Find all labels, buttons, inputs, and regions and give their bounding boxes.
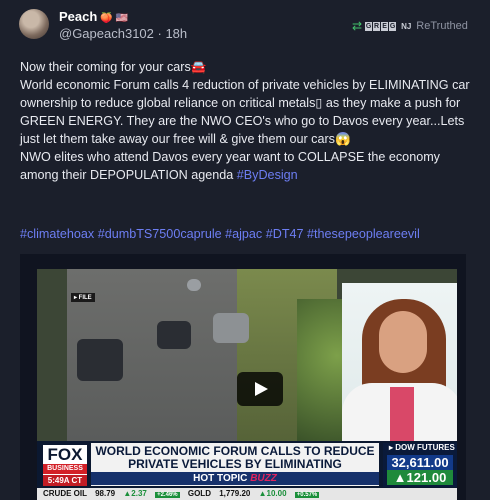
hot-topic-label: HOT TOPIC — [193, 473, 248, 484]
ticker-crude-label: CRUDE OIL — [43, 489, 87, 498]
retruth-letter: G — [389, 21, 397, 31]
display-name[interactable]: Peach 🍑 🇺🇸 — [59, 9, 128, 24]
market-ticker: CRUDE OIL 98.79 ▲2.37 +2.46% GOLD 1,779.… — [37, 488, 457, 500]
handle-and-time: @Gapeach3102 · 18h — [59, 26, 187, 41]
play-button-icon[interactable] — [237, 372, 283, 406]
car — [77, 339, 123, 381]
network-logo: FOX BUSINESS — [43, 445, 87, 475]
retruth-icon: ⇄ — [352, 19, 363, 33]
name-badges: 🍑 🇺🇸 — [100, 13, 128, 24]
ticker-crude-value: 98.79 — [95, 489, 116, 498]
retruth-label: ReTruthed — [416, 20, 468, 32]
hashtag-list[interactable]: #climatehoax #dumbTS7500caprule #ajpac #… — [20, 225, 480, 243]
ticker-gold-label: GOLD — [187, 489, 211, 498]
network-logo-top: FOX — [47, 445, 83, 464]
retruth-letter: E — [381, 21, 389, 31]
car — [157, 321, 191, 349]
post-body: Now their coming for your cars🚘 World ec… — [20, 58, 472, 184]
network-logo-bottom: BUSINESS — [43, 464, 87, 474]
body-line: World economic Forum calls 4 reduction o… — [20, 78, 470, 146]
post-card: Peach 🍑 🇺🇸 @Gapeach3102 · 18h ⇄ G R E G N… — [0, 0, 490, 500]
post-time[interactable]: · 18h — [158, 26, 188, 41]
retruth-user-suffix: NJ — [401, 21, 412, 31]
buzz-label: BUZZ — [250, 473, 277, 484]
file-tag: ▸ FILE — [71, 293, 95, 302]
display-name-text[interactable]: Peach — [59, 9, 97, 24]
ticker-gold-change: ▲10.00 — [258, 489, 287, 498]
chyron: FOX BUSINESS 5:49A CT WORLD ECONOMIC FOR… — [37, 441, 457, 500]
hot-topic-bar: HOT TOPIC BUZZ — [91, 472, 379, 485]
anchor-shirt — [390, 387, 414, 441]
retruth-letter: G — [365, 21, 373, 31]
dow-change: ▲121.00 — [387, 470, 453, 485]
ticker-gold-pct: +0.57% — [294, 492, 320, 498]
broadcast-time: 5:49A CT — [43, 475, 87, 486]
dow-title: ▸ DOW FUTURES — [389, 443, 455, 452]
body-line: NWO elites who attend Davos every year w… — [20, 148, 472, 184]
anchor-inset — [342, 283, 457, 441]
retruth-indicator[interactable]: ⇄ G R E G NJ ReTruthed — [352, 19, 468, 33]
car — [187, 279, 201, 291]
body-line-text: NWO elites who attend Davos every year w… — [20, 150, 440, 182]
ticker-crude-change: ▲2.37 — [123, 489, 147, 498]
ticker-crude-pct: +2.46% — [155, 492, 180, 498]
video-player[interactable]: ▸ FILE FOX BUSINESS 5:49A CT WORLD ECONO… — [20, 254, 466, 500]
dow-futures-box: ▸ DOW FUTURES 32,611.00 ▲121.00 — [383, 443, 457, 487]
dow-value: 32,611.00 — [387, 455, 453, 470]
anchor-face — [379, 311, 427, 373]
retruth-letter: R — [373, 21, 381, 31]
ticker-gold-value: 1,779.20 — [219, 489, 251, 498]
car — [213, 313, 249, 343]
avatar[interactable] — [19, 9, 49, 39]
retruth-user-badge: G R E G — [365, 21, 397, 31]
video-frame: ▸ FILE — [37, 269, 457, 441]
user-handle[interactable]: @Gapeach3102 — [59, 26, 154, 41]
body-line: Now their coming for your cars🚘 — [20, 60, 207, 74]
hashtag-link[interactable]: #ByDesign — [237, 168, 298, 182]
